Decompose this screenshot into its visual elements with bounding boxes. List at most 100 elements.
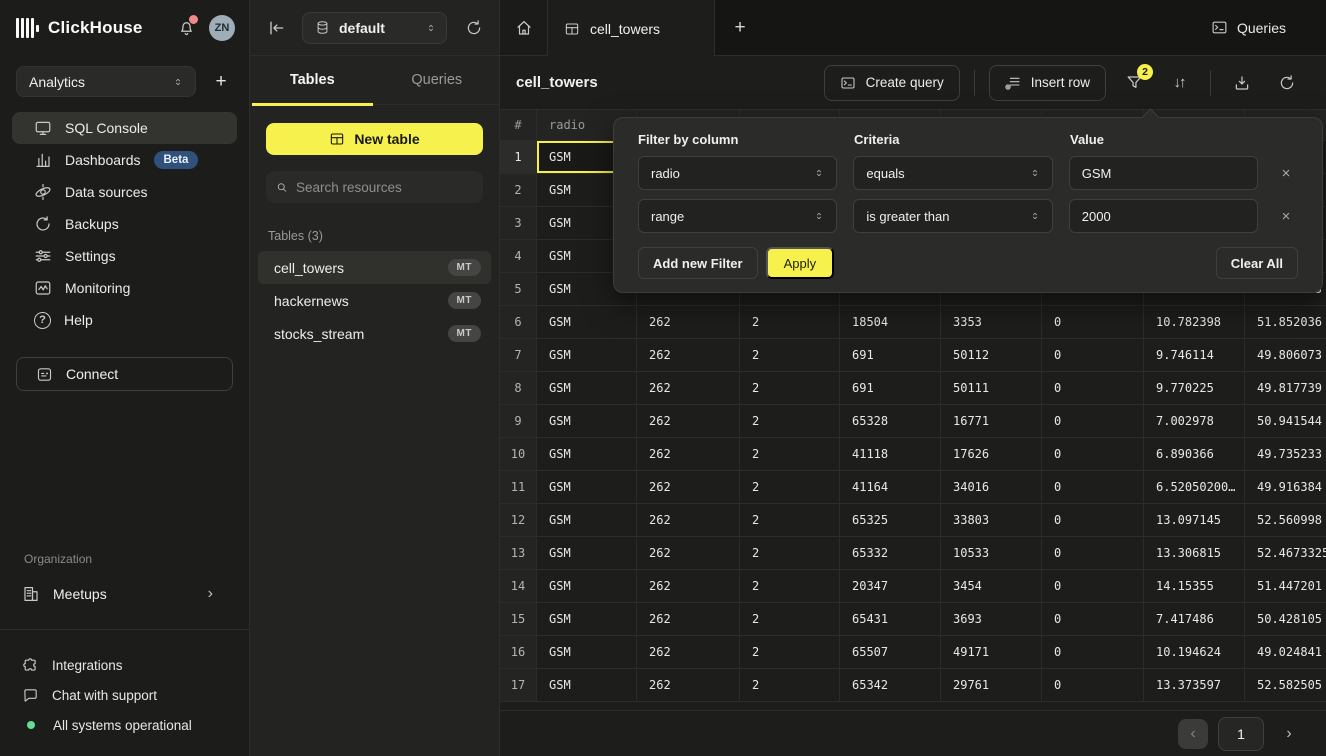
apply-button[interactable]: Apply bbox=[766, 247, 835, 279]
database-select[interactable]: default bbox=[302, 12, 447, 44]
table-cell[interactable]: 33803 bbox=[941, 504, 1042, 537]
remove-filter-button[interactable]: × bbox=[1274, 161, 1298, 185]
table-cell[interactable]: 7.417486 bbox=[1144, 603, 1245, 636]
integrations-link[interactable]: Integrations bbox=[0, 650, 249, 680]
table-cell[interactable]: 18504 bbox=[840, 306, 941, 339]
table-item-stocks-stream[interactable]: stocks_stream MT bbox=[258, 317, 491, 350]
table-item-hackernews[interactable]: hackernews MT bbox=[258, 284, 491, 317]
table-cell[interactable]: 17626 bbox=[941, 438, 1042, 471]
table-item-cell-towers[interactable]: cell_towers MT bbox=[258, 251, 491, 284]
table-cell[interactable]: 0 bbox=[1042, 372, 1144, 405]
table-cell[interactable]: 41118 bbox=[840, 438, 941, 471]
table-cell[interactable]: GSM bbox=[537, 405, 637, 438]
download-button[interactable] bbox=[1225, 65, 1259, 101]
table-cell[interactable]: GSM bbox=[537, 537, 637, 570]
create-query-button[interactable]: Create query bbox=[824, 65, 960, 101]
table-cell[interactable]: 262 bbox=[637, 603, 740, 636]
tab-cell-towers[interactable]: cell_towers bbox=[548, 0, 715, 57]
table-cell[interactable]: 0 bbox=[1042, 636, 1144, 669]
table-cell[interactable]: 65342 bbox=[840, 669, 941, 702]
table-cell[interactable]: 262 bbox=[637, 669, 740, 702]
table-cell[interactable]: 20347 bbox=[840, 570, 941, 603]
table-cell[interactable]: GSM bbox=[537, 669, 637, 702]
table-cell[interactable]: 0 bbox=[1042, 603, 1144, 636]
sidebar-item-settings[interactable]: Settings bbox=[12, 240, 237, 272]
table-cell[interactable]: 262 bbox=[637, 636, 740, 669]
table-cell[interactable]: 2 bbox=[740, 372, 840, 405]
table-cell[interactable]: 10533 bbox=[941, 537, 1042, 570]
table-cell[interactable]: 9.770225 bbox=[1144, 372, 1245, 405]
table-cell[interactable]: 10.782398 bbox=[1144, 306, 1245, 339]
table-cell[interactable]: 691 bbox=[840, 372, 941, 405]
table-cell[interactable]: 52.560998 bbox=[1245, 504, 1326, 537]
table-cell[interactable]: 2 bbox=[740, 669, 840, 702]
table-cell[interactable]: 49.735233 bbox=[1245, 438, 1326, 471]
table-cell[interactable]: 51.852036 bbox=[1245, 306, 1326, 339]
filter-button[interactable]: 2 bbox=[1117, 65, 1151, 101]
table-cell[interactable]: 0 bbox=[1042, 438, 1144, 471]
sidebar-item-dashboards[interactable]: Dashboards Beta bbox=[12, 144, 237, 176]
table-cell[interactable]: 2 bbox=[740, 306, 840, 339]
table-cell[interactable]: 13.306815 bbox=[1144, 537, 1245, 570]
table-cell[interactable]: 52.4673325 bbox=[1245, 537, 1326, 570]
prev-page-button[interactable]: ‹ bbox=[1178, 719, 1208, 749]
tab-queries[interactable]: Queries bbox=[375, 56, 500, 104]
table-cell[interactable]: 262 bbox=[637, 405, 740, 438]
table-cell[interactable]: 50111 bbox=[941, 372, 1042, 405]
table-cell[interactable]: 65332 bbox=[840, 537, 941, 570]
table-cell[interactable]: 262 bbox=[637, 570, 740, 603]
table-cell[interactable]: 0 bbox=[1042, 669, 1144, 702]
new-tab-button[interactable]: + bbox=[715, 0, 765, 55]
refresh-icon[interactable] bbox=[465, 19, 483, 37]
table-cell[interactable]: 41164 bbox=[840, 471, 941, 504]
add-filter-button[interactable]: Add new Filter bbox=[638, 247, 758, 279]
table-cell[interactable]: 2 bbox=[740, 537, 840, 570]
filter-value-input[interactable] bbox=[1069, 156, 1258, 190]
table-cell[interactable]: 2 bbox=[740, 438, 840, 471]
table-cell[interactable]: 65431 bbox=[840, 603, 941, 636]
table-cell[interactable]: GSM bbox=[537, 636, 637, 669]
table-cell[interactable]: 2 bbox=[740, 570, 840, 603]
sidebar-item-data-sources[interactable]: Data sources bbox=[12, 176, 237, 208]
remove-filter-button[interactable]: × bbox=[1274, 204, 1298, 228]
table-cell[interactable]: 691 bbox=[840, 339, 941, 372]
table-cell[interactable]: 262 bbox=[637, 372, 740, 405]
table-cell[interactable]: 0 bbox=[1042, 405, 1144, 438]
filter-value-input[interactable] bbox=[1069, 199, 1258, 233]
sidebar-item-meetups[interactable]: Meetups › bbox=[0, 578, 249, 610]
table-cell[interactable]: 0 bbox=[1042, 570, 1144, 603]
table-cell[interactable]: 262 bbox=[637, 471, 740, 504]
table-cell[interactable]: 50112 bbox=[941, 339, 1042, 372]
table-cell[interactable]: 0 bbox=[1042, 504, 1144, 537]
table-cell[interactable]: 6.890366 bbox=[1144, 438, 1245, 471]
add-workspace-button[interactable]: + bbox=[209, 70, 233, 94]
table-cell[interactable]: 2 bbox=[740, 471, 840, 504]
system-status-link[interactable]: All systems operational bbox=[0, 710, 249, 740]
table-cell[interactable]: 2 bbox=[740, 636, 840, 669]
table-cell[interactable]: 0 bbox=[1042, 537, 1144, 570]
new-table-button[interactable]: New table bbox=[266, 123, 483, 155]
table-cell[interactable]: 51.447201 bbox=[1245, 570, 1326, 603]
table-cell[interactable]: GSM bbox=[537, 438, 637, 471]
table-cell[interactable]: 49.024841 bbox=[1245, 636, 1326, 669]
table-cell[interactable]: 2 bbox=[740, 603, 840, 636]
table-cell[interactable]: 34016 bbox=[941, 471, 1042, 504]
refresh-button[interactable] bbox=[1270, 65, 1304, 101]
tab-tables[interactable]: Tables bbox=[250, 56, 375, 104]
table-cell[interactable]: 49171 bbox=[941, 636, 1042, 669]
table-cell[interactable]: 0 bbox=[1042, 306, 1144, 339]
current-page[interactable]: 1 bbox=[1218, 717, 1264, 751]
table-cell[interactable]: 7.002978 bbox=[1144, 405, 1245, 438]
table-cell[interactable]: 65507 bbox=[840, 636, 941, 669]
table-cell[interactable]: 52.582505 bbox=[1245, 669, 1326, 702]
table-cell[interactable]: 3454 bbox=[941, 570, 1042, 603]
table-cell[interactable]: 13.097145 bbox=[1144, 504, 1245, 537]
table-cell[interactable]: 3693 bbox=[941, 603, 1042, 636]
table-cell[interactable]: 2 bbox=[740, 405, 840, 438]
table-cell[interactable]: GSM bbox=[537, 504, 637, 537]
sort-button[interactable]: ↓↑ bbox=[1162, 65, 1196, 101]
next-page-button[interactable]: › bbox=[1274, 719, 1304, 749]
table-cell[interactable]: 65328 bbox=[840, 405, 941, 438]
home-tab[interactable] bbox=[500, 0, 548, 55]
table-cell[interactable]: 49.806073 bbox=[1245, 339, 1326, 372]
